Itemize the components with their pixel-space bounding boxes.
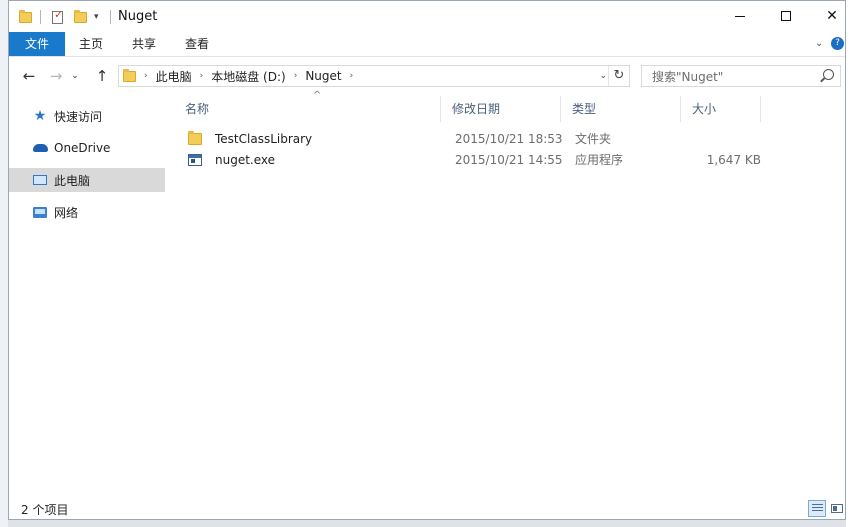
minimize-button[interactable] — [717, 1, 763, 31]
breadcrumb-chevron-icon[interactable]: › — [294, 71, 298, 81]
breadcrumb-chevron-icon[interactable]: › — [200, 71, 204, 81]
table-row[interactable]: nuget.exe 2015/10/21 14:55 应用程序 1,647 KB — [174, 150, 774, 170]
computer-icon — [32, 173, 48, 187]
star-icon: ★ — [33, 108, 47, 124]
network-icon — [32, 205, 48, 219]
chevron-down-icon: ⌄ — [71, 71, 79, 81]
file-list: ^ 名称 修改日期 类型 大小 TestClassLibrary 2015/10… — [174, 90, 847, 491]
details-view-button[interactable] — [808, 500, 826, 517]
folder-icon — [188, 131, 202, 145]
up-arrow-icon: ↑ — [95, 67, 109, 85]
sidebar-item-label: 此电脑 — [54, 173, 91, 188]
exe-icon — [188, 154, 202, 166]
search-box[interactable] — [641, 65, 841, 87]
ribbon-tabs: 文件 主页 共享 查看 ⌄ ? — [9, 32, 845, 57]
close-button[interactable]: ✕ — [809, 1, 855, 31]
sidebar-item-onedrive[interactable]: OneDrive — [9, 136, 165, 160]
sidebar-item-label: 网络 — [54, 205, 79, 220]
search-icon[interactable] — [823, 69, 834, 80]
help-icon[interactable]: ? — [831, 37, 844, 50]
maximize-icon — [781, 11, 791, 21]
up-button[interactable]: ↑ — [93, 67, 111, 85]
column-header-type[interactable]: 类型 — [561, 96, 681, 122]
forward-arrow-icon: → — [49, 67, 63, 85]
tab-file[interactable]: 文件 — [9, 32, 65, 56]
minimize-icon — [735, 15, 745, 17]
window-folder-icon — [19, 8, 32, 26]
file-name: nuget.exe — [215, 153, 276, 167]
details-view-icon — [811, 504, 823, 513]
large-icons-view-icon — [831, 504, 843, 513]
desktop-background-right — [846, 0, 862, 527]
table-row[interactable]: TestClassLibrary 2015/10/21 18:53 文件夹 — [174, 129, 774, 149]
column-header-size[interactable]: 大小 — [681, 96, 761, 122]
expand-ribbon-icon[interactable]: ⌄ — [815, 38, 823, 49]
file-type: 应用程序 — [575, 153, 624, 167]
file-date: 2015/10/21 18:53 — [455, 132, 563, 146]
address-bar[interactable]: › 此电脑 › 本地磁盘 (D:) › Nuget › ⌄ ↻ — [118, 65, 630, 87]
file-size: 1,647 KB — [706, 153, 761, 167]
column-header-name[interactable]: 名称 — [174, 96, 441, 122]
sidebar-item-label: OneDrive — [54, 141, 111, 155]
sidebar-item-network[interactable]: 网络 — [9, 200, 165, 224]
back-button[interactable]: ← — [20, 67, 38, 85]
breadcrumb-chevron-icon[interactable]: › — [350, 71, 354, 81]
recent-locations-button[interactable]: ⌄ — [66, 67, 84, 85]
navigation-bar: ← → ⌄ ↑ › 此电脑 › 本地磁盘 (D:) › Nuget › ⌄ ↻ — [9, 57, 845, 95]
explorer-window: ▾ Nuget ✕ 文件 主页 共享 查看 ⌄ ? ← → ⌄ ↑ › 此电脑 … — [8, 0, 846, 520]
search-input[interactable] — [650, 67, 824, 87]
file-name: TestClassLibrary — [215, 132, 313, 146]
breadcrumb-drive-d[interactable]: 本地磁盘 (D:) — [211, 68, 285, 85]
breadcrumb-nuget[interactable]: Nuget — [305, 69, 341, 83]
refresh-icon[interactable]: ↻ — [608, 66, 629, 86]
forward-button[interactable]: → — [47, 67, 65, 85]
sidebar-item-quick-access[interactable]: ★ 快速访问 — [9, 104, 165, 128]
address-dropdown-icon[interactable]: ⌄ — [599, 71, 607, 81]
file-date: 2015/10/21 14:55 — [455, 153, 563, 167]
close-icon: ✕ — [826, 8, 838, 24]
title-separator — [110, 8, 111, 26]
title-bar: ▾ Nuget ✕ — [9, 1, 845, 32]
sidebar-item-label: 快速访问 — [54, 109, 103, 124]
customize-toolbar-icon[interactable]: ▾ — [94, 8, 99, 26]
tab-share[interactable]: 共享 — [122, 32, 166, 56]
back-arrow-icon: ← — [22, 67, 36, 85]
item-count: 2 个项目 — [21, 503, 69, 517]
desktop-background-left — [0, 0, 8, 527]
properties-icon[interactable] — [52, 8, 63, 26]
file-size — [681, 129, 761, 149]
navigation-pane: ★ 快速访问 OneDrive 此电脑 网络 — [9, 96, 165, 491]
column-header-date-modified[interactable]: 修改日期 — [441, 96, 561, 122]
tab-home[interactable]: 主页 — [69, 32, 113, 56]
maximize-button[interactable] — [763, 1, 809, 31]
address-folder-icon — [123, 68, 136, 82]
sidebar-item-this-pc[interactable]: 此电脑 — [9, 168, 165, 192]
new-folder-icon[interactable] — [74, 8, 87, 26]
status-bar: 2 个项目 — [9, 497, 845, 520]
file-type: 文件夹 — [575, 132, 612, 146]
tab-view[interactable]: 查看 — [175, 32, 219, 56]
breadcrumb-this-pc[interactable]: 此电脑 — [156, 68, 192, 85]
quick-access-separator — [40, 8, 41, 26]
breadcrumb-chevron-icon[interactable]: › — [144, 71, 148, 81]
window-title: Nuget — [118, 9, 158, 24]
cloud-icon — [32, 141, 48, 155]
large-icons-view-button[interactable] — [828, 500, 846, 517]
